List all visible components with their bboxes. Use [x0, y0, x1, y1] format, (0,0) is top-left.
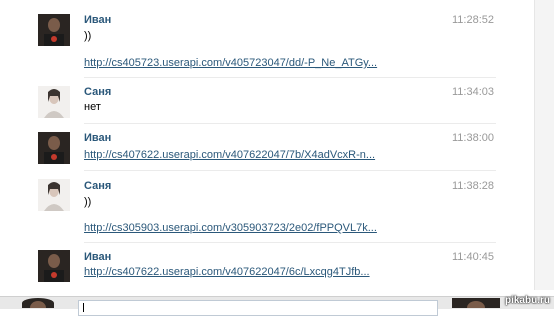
divider — [84, 77, 496, 78]
sanya-avatar[interactable] — [38, 179, 70, 211]
ivan-avatar[interactable] — [38, 250, 70, 282]
message-text: нет — [84, 101, 101, 113]
message-text: )) — [84, 196, 92, 208]
recipient-avatar — [452, 298, 500, 308]
scrollbar[interactable] — [534, 0, 554, 290]
sender-name[interactable]: Саня — [84, 86, 111, 99]
watermark: pikabu.ru — [504, 295, 550, 306]
timestamp: 11:40:45 — [451, 251, 494, 263]
sender-name[interactable]: Иван — [84, 251, 111, 264]
message-input[interactable] — [78, 300, 438, 316]
message-link[interactable]: http://cs407622.userapi.com/v407622047/6… — [84, 266, 370, 279]
ivan-avatar[interactable] — [38, 14, 70, 46]
message-link[interactable]: http://cs305903.userapi.com/v305903723/2… — [84, 222, 377, 235]
timestamp: 11:34:03 — [451, 86, 494, 98]
ivan-avatar[interactable] — [38, 132, 70, 164]
sanya-avatar[interactable] — [38, 86, 70, 118]
sender-name[interactable]: Саня — [84, 180, 111, 193]
timestamp: 11:28:52 — [451, 14, 494, 26]
message-link[interactable]: http://cs407622.userapi.com/v407622047/7… — [84, 149, 375, 162]
divider — [84, 170, 496, 171]
timestamp: 11:38:28 — [451, 180, 494, 192]
message-link[interactable]: http://cs405723.userapi.com/v405723047/d… — [84, 57, 377, 70]
timestamp: 11:38:00 — [451, 132, 494, 144]
divider — [84, 123, 496, 124]
message-text: )) — [84, 30, 92, 42]
sender-name[interactable]: Иван — [84, 132, 111, 145]
divider — [84, 242, 496, 243]
my-avatar — [22, 298, 54, 308]
sender-name[interactable]: Иван — [84, 14, 111, 27]
